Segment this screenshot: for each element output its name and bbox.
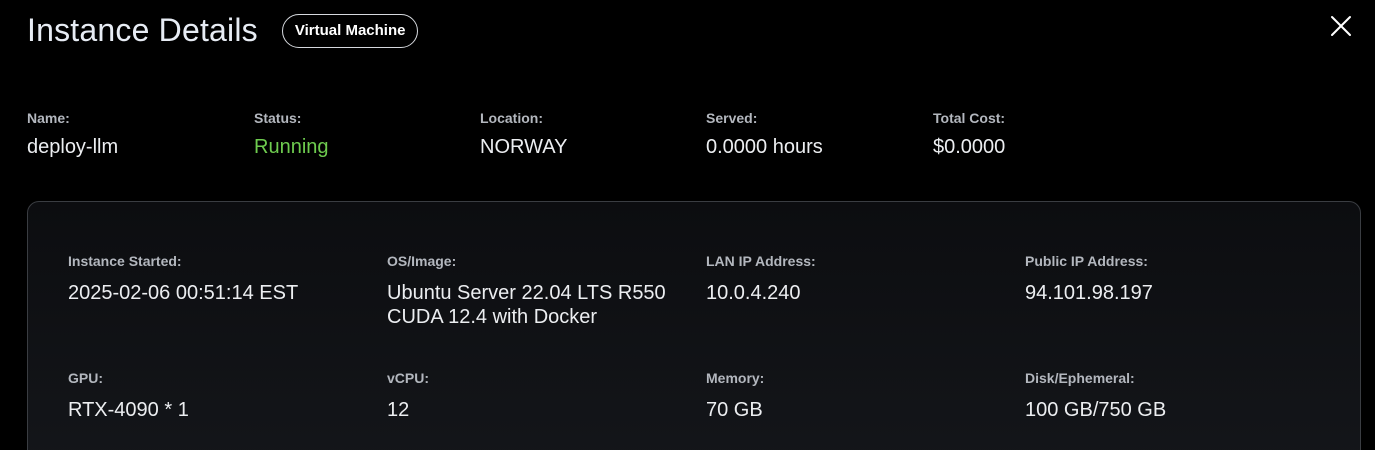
instance-started-label: Instance Started:: [68, 253, 182, 269]
disk-ephemeral-value: 100 GB/750 GB: [1025, 399, 1167, 421]
gpu-label: GPU:: [68, 370, 103, 386]
memory-label: Memory:: [706, 370, 765, 386]
vcpu-value: 12: [387, 399, 410, 421]
public-ip-value: 94.101.98.197: [1025, 282, 1153, 304]
status-field: Status: Running: [254, 110, 329, 159]
page-title: Instance Details: [27, 12, 258, 48]
total-cost-value: $0.0000: [933, 136, 1006, 158]
total-cost-field: Total Cost: $0.0000: [933, 110, 1005, 159]
vcpu-label: vCPU:: [387, 370, 430, 386]
public-ip-field: Public IP Address: 94.101.98.197: [1025, 253, 1325, 305]
instance-started-value: 2025-02-06 00:51:14 EST: [68, 282, 299, 304]
lan-ip-field: LAN IP Address: 10.0.4.240: [706, 253, 1006, 305]
instance-spec-card: Instance Started: 2025-02-06 00:51:14 ES…: [27, 201, 1361, 450]
lan-ip-label: LAN IP Address:: [706, 253, 816, 269]
location-field: Location: NORWAY: [480, 110, 567, 159]
public-ip-label: Public IP Address:: [1025, 253, 1148, 269]
os-image-value: Ubuntu Server 22.04 LTS R550 CUDA 12.4 w…: [387, 282, 666, 328]
served-field: Served: 0.0000 hours: [706, 110, 823, 159]
os-image-field: OS/Image: Ubuntu Server 22.04 LTS R550 C…: [387, 253, 692, 329]
memory-value: 70 GB: [706, 399, 763, 421]
location-label: Location:: [480, 110, 543, 126]
name-value: deploy-llm: [27, 136, 119, 158]
close-button[interactable]: [1328, 13, 1354, 39]
os-image-label: OS/Image:: [387, 253, 457, 269]
served-value: 0.0000 hours: [706, 136, 823, 158]
name-label: Name:: [27, 110, 70, 126]
vcpu-field: vCPU: 12: [387, 370, 687, 422]
location-value: NORWAY: [480, 136, 568, 158]
gpu-field: GPU: RTX-4090 * 1: [68, 370, 368, 422]
panel-header: Instance Details Virtual Machine: [27, 12, 419, 49]
served-label: Served:: [706, 110, 758, 126]
close-icon: [1331, 16, 1351, 36]
gpu-value: RTX-4090 * 1: [68, 399, 189, 421]
memory-field: Memory: 70 GB: [706, 370, 1006, 422]
instance-type-badge: Virtual Machine: [281, 13, 419, 48]
status-label: Status:: [254, 110, 302, 126]
status-value: Running: [254, 136, 329, 158]
instance-details-panel: Instance Details Virtual Machine Name: d…: [0, 0, 1375, 450]
disk-ephemeral-field: Disk/Ephemeral: 100 GB/750 GB: [1025, 370, 1325, 422]
name-field: Name: deploy-llm: [27, 110, 118, 159]
summary-row: Name: deploy-llm Status: Running Locatio…: [27, 110, 1347, 170]
total-cost-label: Total Cost:: [933, 110, 1006, 126]
instance-started-field: Instance Started: 2025-02-06 00:51:14 ES…: [68, 253, 368, 305]
disk-ephemeral-label: Disk/Ephemeral:: [1025, 370, 1135, 386]
lan-ip-value: 10.0.4.240: [706, 282, 801, 304]
